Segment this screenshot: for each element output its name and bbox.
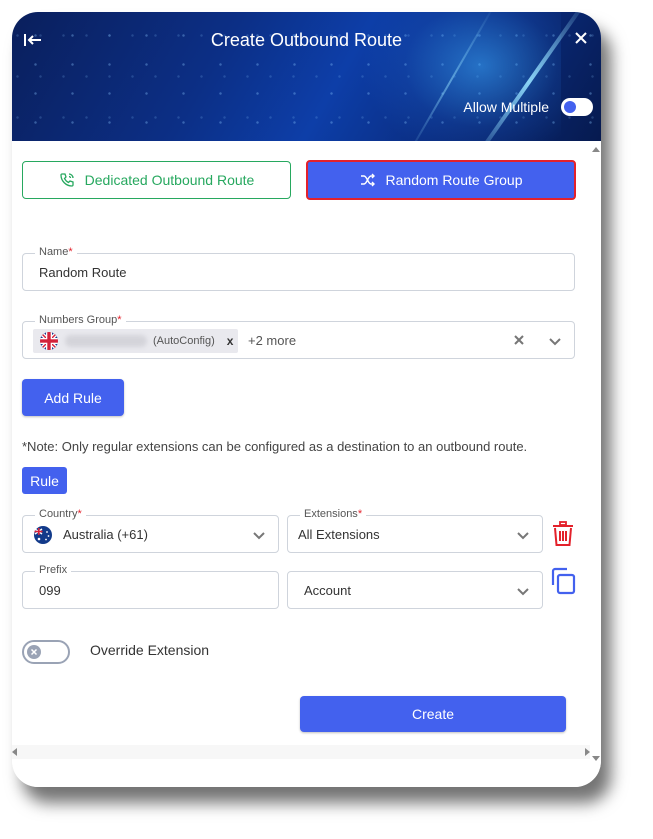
prefix-value: 099 (39, 583, 61, 598)
copy-rule-button[interactable] (549, 567, 577, 600)
scroll-down-arrow-icon[interactable] (592, 756, 600, 761)
scroll-up-arrow-icon[interactable] (592, 147, 600, 152)
numbers-group-label: Numbers Group* (35, 314, 126, 326)
country-label: Country* (35, 508, 86, 520)
scroll-right-arrow-icon[interactable] (585, 748, 590, 756)
note-text: *Note: Only regular extensions can be co… (22, 439, 528, 454)
allow-multiple-toggle[interactable] (561, 98, 593, 116)
prefix-label: Prefix (35, 564, 72, 576)
close-icon (514, 335, 524, 345)
toggle-knob (564, 101, 576, 113)
tab-random-route-group[interactable]: Random Route Group (306, 160, 576, 200)
chevron-down-icon (517, 588, 529, 596)
account-value: Account (304, 583, 351, 598)
uk-flag-icon (40, 332, 58, 350)
dropdown-toggle[interactable] (516, 584, 530, 602)
close-icon (575, 32, 587, 44)
australia-flag-icon (34, 526, 52, 544)
numbers-group-chip: (AutoConfig) x (33, 329, 238, 353)
dialog-body: Dedicated Outbound Route Random Route Gr… (12, 141, 601, 787)
extensions-label: Extensions* (300, 508, 367, 520)
clear-selection-button[interactable] (510, 331, 528, 354)
dialog-title: Create Outbound Route (210, 30, 403, 50)
more-count: +2 more (248, 333, 297, 348)
close-icon (30, 648, 38, 656)
chip-remove-icon[interactable]: x (227, 334, 234, 348)
create-outbound-route-dialog: Create Outbound Route Allow Multiple Ded… (12, 12, 601, 787)
override-extension-toggle[interactable] (22, 640, 70, 664)
extensions-select[interactable]: Extensions* All Extensions (287, 508, 543, 553)
horizontal-scrollbar[interactable] (12, 745, 590, 759)
country-value: Australia (+61) (63, 527, 148, 542)
vertical-scrollbar[interactable] (591, 141, 601, 761)
chevron-down-icon (253, 532, 265, 540)
toggle-knob (27, 645, 41, 659)
allow-multiple-row: Allow Multiple (463, 98, 593, 116)
add-rule-label: Add Rule (44, 389, 102, 406)
chevron-down-icon (517, 532, 529, 540)
numbers-group-select[interactable]: Numbers Group* (AutoConfig) x +2 more (22, 314, 575, 359)
extensions-value: All Extensions (298, 527, 380, 542)
scroll-left-arrow-icon[interactable] (12, 748, 17, 756)
phone-call-icon (60, 173, 74, 187)
dialog-header: Create Outbound Route Allow Multiple (12, 12, 601, 141)
allow-multiple-label: Allow Multiple (463, 99, 549, 115)
name-field[interactable]: Name* Random Route (22, 246, 575, 291)
tab-random-label: Random Route Group (385, 172, 523, 188)
prefix-field[interactable]: Prefix 099 (22, 564, 279, 609)
trash-icon (553, 521, 573, 546)
tab-dedicated-outbound-route[interactable]: Dedicated Outbound Route (22, 161, 291, 199)
name-field-label: Name* (35, 246, 77, 258)
shuffle-icon (360, 173, 375, 187)
close-button[interactable] (569, 26, 593, 50)
name-field-value: Random Route (39, 265, 127, 280)
rule-badge: Rule (22, 467, 67, 494)
account-select[interactable]: Account (287, 571, 543, 609)
create-label: Create (411, 706, 455, 722)
override-extension-label: Override Extension (90, 642, 210, 658)
create-button[interactable]: Create (300, 696, 566, 732)
tab-dedicated-label: Dedicated Outbound Route (84, 172, 255, 188)
chevron-down-icon (549, 338, 561, 346)
dropdown-toggle[interactable] (252, 528, 266, 546)
dropdown-toggle[interactable] (516, 528, 530, 546)
dropdown-toggle[interactable] (548, 334, 562, 352)
delete-rule-button[interactable] (552, 521, 574, 552)
chip-suffix: (AutoConfig) (153, 335, 215, 347)
redacted-number (65, 335, 147, 347)
add-rule-button[interactable]: Add Rule (22, 379, 124, 416)
country-select[interactable]: Country* Australia (+61) (22, 508, 279, 553)
copy-icon (551, 567, 576, 595)
